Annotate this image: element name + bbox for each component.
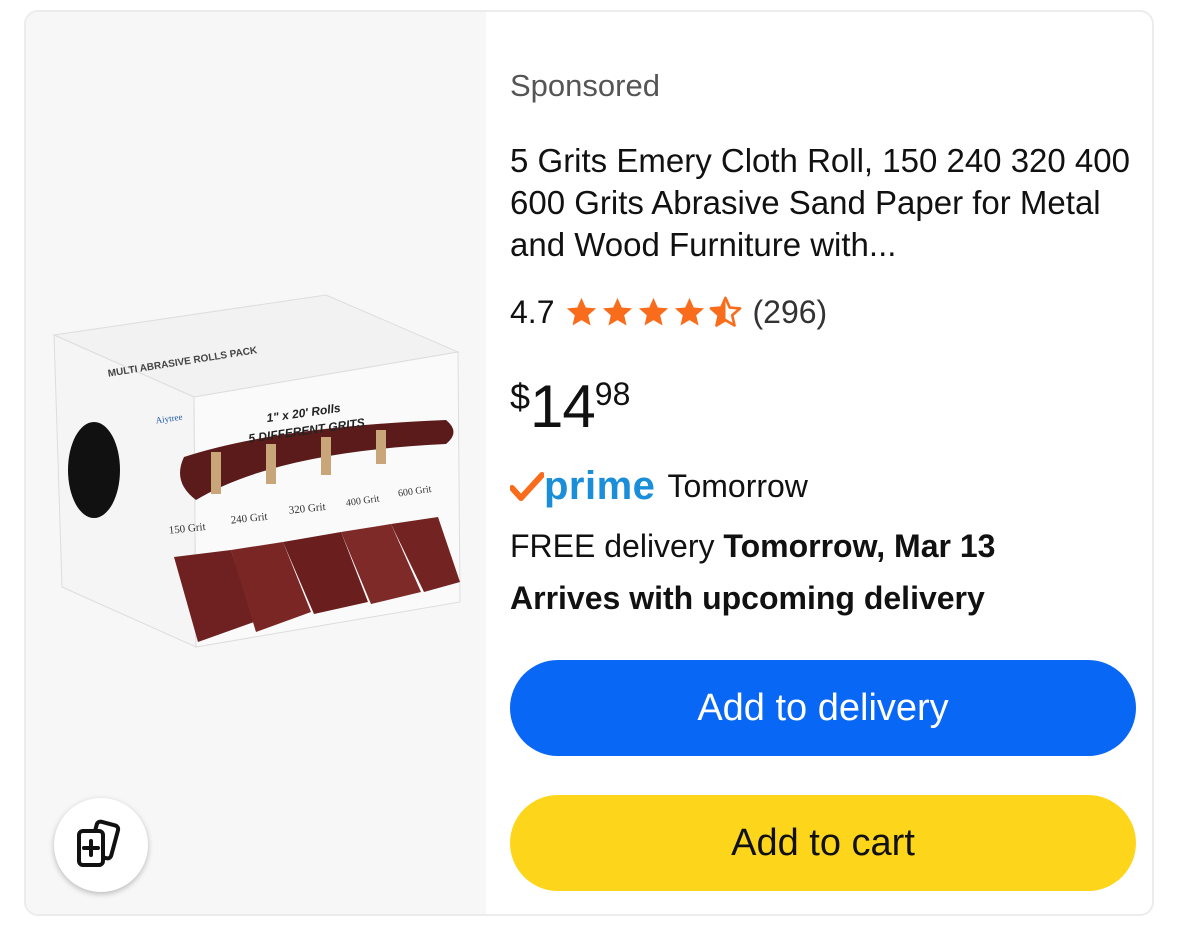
delivery-date: Tomorrow, Mar 13 xyxy=(723,528,996,564)
prime-logo: prime xyxy=(510,464,655,509)
add-to-cart-button[interactable]: Add to cart xyxy=(510,795,1136,891)
review-count[interactable]: (296) xyxy=(752,294,827,331)
compare-cards-icon xyxy=(77,819,121,867)
price: $1498 xyxy=(510,372,630,441)
product-card[interactable]: MULTI ABRASIVE ROLLS PACK Aiytree 1" x 2… xyxy=(24,10,1154,916)
price-whole: 14 xyxy=(530,373,596,440)
product-info: Sponsored 5 Grits Emery Cloth Roll, 150 … xyxy=(510,12,1152,914)
delivery-info: FREE delivery Tomorrow, Mar 13 xyxy=(510,528,995,565)
star-icon xyxy=(603,297,633,325)
product-image-pane[interactable]: MULTI ABRASIVE ROLLS PACK Aiytree 1" x 2… xyxy=(26,12,486,914)
rating-row[interactable]: 4.7 (296) xyxy=(510,290,827,334)
star-icon xyxy=(675,297,705,325)
star-icon xyxy=(639,297,669,325)
star-icon xyxy=(567,297,597,325)
prime-delivery-label: Tomorrow xyxy=(667,468,808,504)
price-fraction: 98 xyxy=(594,376,631,412)
star-rating xyxy=(564,295,744,330)
rating-value: 4.7 xyxy=(510,293,555,330)
add-to-delivery-button[interactable]: Add to delivery xyxy=(510,660,1136,756)
compare-button[interactable] xyxy=(54,798,148,892)
prime-check-icon xyxy=(510,471,544,501)
product-title[interactable]: 5 Grits Emery Cloth Roll, 150 240 320 40… xyxy=(510,140,1135,266)
star-half-icon xyxy=(710,296,742,327)
product-image[interactable]: MULTI ABRASIVE ROLLS PACK Aiytree 1" x 2… xyxy=(26,12,486,916)
delivery-prefix: FREE delivery xyxy=(510,528,715,564)
arrives-text: Arrives with upcoming delivery xyxy=(510,580,985,616)
sponsored-label: Sponsored xyxy=(510,68,660,103)
price-currency: $ xyxy=(510,376,531,417)
prime-wordmark: prime xyxy=(544,464,656,508)
prime-row: prime Tomorrow xyxy=(510,464,808,509)
